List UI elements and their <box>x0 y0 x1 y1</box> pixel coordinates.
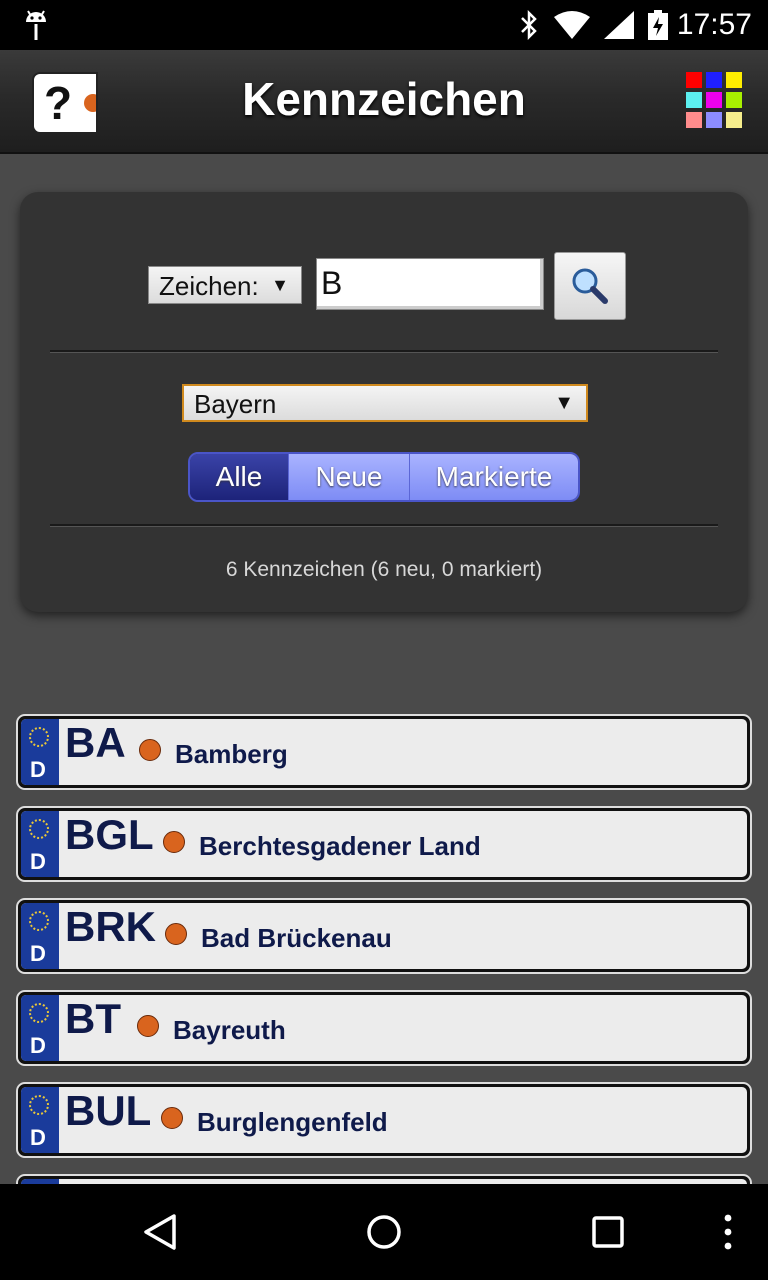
divider <box>50 524 718 527</box>
filter-new-button[interactable]: Neue <box>288 454 409 500</box>
clock: 17:57 <box>676 8 752 41</box>
eu-band: D <box>21 811 59 877</box>
eu-stars-icon <box>29 819 49 839</box>
plate-code: BGL <box>65 811 154 858</box>
plate-list: D BA Bamberg D BGL Berchtesgadener Land … <box>16 714 752 1184</box>
chevron-down-icon: ▼ <box>554 392 574 414</box>
home-icon[interactable] <box>364 1212 404 1252</box>
result-summary: 6 Kennzeichen (6 neu, 0 markiert) <box>225 558 543 581</box>
eu-band: D <box>21 995 59 1061</box>
eu-band: D <box>21 903 59 969</box>
seal-icon <box>163 831 185 853</box>
state-select[interactable]: Bayern ▼ <box>182 384 588 422</box>
plate-name: Bayreuth <box>173 1015 286 1045</box>
search-input[interactable]: B <box>316 258 544 310</box>
status-bar: 17:57 <box>0 0 768 50</box>
plate-code: BT <box>65 995 121 1042</box>
plate-code: BRK <box>65 903 156 950</box>
mode-select-label: Zeichen: <box>159 271 259 301</box>
eu-stars-icon <box>29 727 49 747</box>
plate-name: Berchtesgadener Land <box>199 831 481 861</box>
bluetooth-icon <box>521 10 537 40</box>
system-nav-bar <box>0 1184 768 1280</box>
eu-stars-icon <box>29 911 49 931</box>
seal-icon <box>161 1107 183 1129</box>
app-header: ? Kennzeichen <box>0 50 768 154</box>
wifi-icon <box>554 11 590 39</box>
list-item[interactable]: D BA Bamberg <box>16 714 752 790</box>
seal-icon <box>139 739 161 761</box>
list-item[interactable]: D BGL Berchtesgadener Land <box>16 806 752 882</box>
mode-select[interactable]: Zeichen: ▼ <box>148 266 302 304</box>
battery-charging-icon <box>648 10 668 40</box>
page-title: Kennzeichen <box>242 73 526 125</box>
list-item[interactable]: D BUL Burglengenfeld <box>16 1082 752 1158</box>
list-item[interactable]: D BT Bayreuth <box>16 990 752 1066</box>
filter-marked-button[interactable]: Markierte <box>409 454 578 500</box>
magnifier-icon <box>572 268 608 304</box>
plate-code: BA <box>65 719 126 766</box>
filter-all-button[interactable]: Alle <box>190 454 288 500</box>
state-select-label: Bayern <box>194 389 277 419</box>
plate-name: Bad Brückenau <box>201 923 392 953</box>
eu-band: D <box>21 1087 59 1153</box>
eu-stars-icon <box>29 1095 49 1115</box>
cell-signal-icon <box>604 11 634 39</box>
eu-stars-icon <box>29 1003 49 1023</box>
search-panel: Zeichen: ▼ B Bayern ▼ Alle Neue Markiert… <box>20 192 748 612</box>
overflow-menu-icon[interactable] <box>722 1212 734 1252</box>
plate-code: BUL <box>65 1087 152 1134</box>
plate-name: Bamberg <box>175 739 288 769</box>
divider <box>50 350 718 353</box>
filter-segmented-control: Alle Neue Markierte <box>188 452 580 502</box>
list-item[interactable]: D BRK Bad Brückenau <box>16 898 752 974</box>
seal-icon <box>165 923 187 945</box>
recents-icon[interactable] <box>588 1212 628 1252</box>
eu-band: D <box>21 719 59 785</box>
chevron-down-icon: ▼ <box>271 275 289 295</box>
back-icon[interactable] <box>140 1212 180 1252</box>
list-item[interactable] <box>16 1174 752 1184</box>
android-debug-icon <box>26 10 46 40</box>
color-grid-icon[interactable] <box>686 72 746 132</box>
plate-name: Burglengenfeld <box>197 1107 388 1137</box>
seal-icon <box>137 1015 159 1037</box>
search-button[interactable] <box>554 252 626 320</box>
